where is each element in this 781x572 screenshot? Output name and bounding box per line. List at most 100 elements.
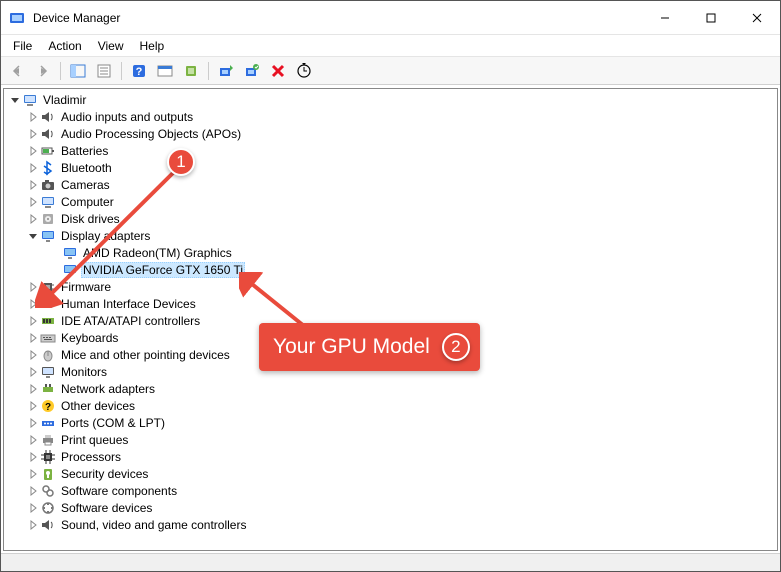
expand-icon [48, 246, 62, 260]
tree-node-label: Bluetooth [59, 161, 114, 175]
add-legacy-hardware-button[interactable] [179, 60, 203, 82]
tree-node-label: Print queues [59, 433, 130, 447]
maximize-button[interactable] [688, 1, 734, 35]
tree-node-display[interactable]: Display adapters [4, 227, 777, 244]
expand-icon[interactable] [26, 365, 40, 379]
annotation-callout: Your GPU Model 2 [259, 323, 480, 371]
monitor-icon [40, 228, 56, 244]
tree-node-firmware[interactable]: Firmware [4, 278, 777, 295]
expand-icon[interactable] [26, 331, 40, 345]
showhide-console-tree-button[interactable] [66, 60, 90, 82]
tree-node-amd[interactable]: AMD Radeon(TM) Graphics [4, 244, 777, 261]
toolbar-separator [121, 62, 122, 80]
expand-icon[interactable] [26, 144, 40, 158]
tree-node-ports[interactable]: Ports (COM & LPT) [4, 414, 777, 431]
expand-icon[interactable] [26, 501, 40, 515]
menu-view[interactable]: View [90, 37, 132, 55]
action-events-button[interactable] [153, 60, 177, 82]
tree-node-svgc[interactable]: Sound, video and game controllers [4, 516, 777, 533]
expand-icon[interactable] [26, 518, 40, 532]
tree-node-audio-io[interactable]: Audio inputs and outputs [4, 108, 777, 125]
tree-node-label: Vladimir [41, 93, 88, 107]
tree-node-label: Display adapters [59, 229, 152, 243]
tree-node-printq[interactable]: Print queues [4, 431, 777, 448]
hid-icon [40, 296, 56, 312]
tree-node-bluetooth[interactable]: Bluetooth [4, 159, 777, 176]
keyboard-icon [40, 330, 56, 346]
ide-icon [40, 313, 56, 329]
expand-icon[interactable] [26, 399, 40, 413]
disk-icon [40, 211, 56, 227]
tree-node-label: Software components [59, 484, 179, 498]
monitor-icon [62, 245, 78, 261]
help-button[interactable]: ? [127, 60, 151, 82]
tree-node-nvidia[interactable]: NVIDIA GeForce GTX 1650 Ti [4, 261, 777, 278]
expand-icon[interactable] [26, 450, 40, 464]
expand-icon[interactable] [26, 127, 40, 141]
tree-node-label: Ports (COM & LPT) [59, 416, 167, 430]
expand-icon[interactable] [26, 467, 40, 481]
tree-node-softcomp[interactable]: Software components [4, 482, 777, 499]
scan-hardware-button[interactable] [292, 60, 316, 82]
tree-node-cameras[interactable]: Cameras [4, 176, 777, 193]
expand-icon[interactable] [26, 110, 40, 124]
properties-button[interactable] [92, 60, 116, 82]
unknown-icon: ? [40, 398, 56, 414]
tree-node-label: Audio Processing Objects (APOs) [59, 127, 243, 141]
tree-node-disk[interactable]: Disk drives [4, 210, 777, 227]
expand-icon[interactable] [26, 416, 40, 430]
expand-icon[interactable] [26, 195, 40, 209]
expand-icon[interactable] [26, 382, 40, 396]
tree-root[interactable]: Vladimir [4, 91, 777, 108]
minimize-button[interactable] [642, 1, 688, 35]
menu-action[interactable]: Action [40, 37, 89, 55]
expand-icon[interactable] [26, 484, 40, 498]
speaker-icon [40, 109, 56, 125]
device-tree[interactable]: Vladimir Audio inputs and outputs Audio Pr… [3, 88, 778, 551]
port-icon [40, 415, 56, 431]
tree-node-label: Monitors [59, 365, 109, 379]
tree-node-batteries[interactable]: Batteries [4, 142, 777, 159]
tree-node-label: Audio inputs and outputs [59, 110, 195, 124]
speaker-icon [40, 126, 56, 142]
network-icon [40, 381, 56, 397]
tree-node-other[interactable]: ?Other devices [4, 397, 777, 414]
svg-text:?: ? [45, 402, 51, 413]
toolbar: ? [1, 57, 780, 85]
uninstall-device-button[interactable] [240, 60, 264, 82]
statusbar [1, 553, 780, 571]
expand-icon[interactable] [26, 161, 40, 175]
tree-node-hid[interactable]: Human Interface Devices [4, 295, 777, 312]
collapse-icon[interactable] [8, 93, 22, 107]
tree-node-processors[interactable]: Processors [4, 448, 777, 465]
forward-button[interactable] [31, 60, 55, 82]
monitor-icon [62, 262, 78, 278]
expand-icon[interactable] [26, 212, 40, 226]
expand-icon[interactable] [26, 314, 40, 328]
update-driver-button[interactable] [214, 60, 238, 82]
menu-file[interactable]: File [5, 37, 40, 55]
disable-device-button[interactable] [266, 60, 290, 82]
tree-node-label: IDE ATA/ATAPI controllers [59, 314, 202, 328]
tree-node-softdev[interactable]: Software devices [4, 499, 777, 516]
tree-node-security[interactable]: Security devices [4, 465, 777, 482]
expand-icon[interactable] [26, 178, 40, 192]
tree-node-network[interactable]: Network adapters [4, 380, 777, 397]
printer-icon [40, 432, 56, 448]
collapse-icon[interactable] [26, 229, 40, 243]
tree-node-label: Software devices [59, 501, 154, 515]
menu-help[interactable]: Help [132, 37, 173, 55]
close-button[interactable] [734, 1, 780, 35]
expand-icon[interactable] [26, 348, 40, 362]
tree-node-audio-apo[interactable]: Audio Processing Objects (APOs) [4, 125, 777, 142]
expand-icon[interactable] [26, 297, 40, 311]
expand-icon[interactable] [26, 433, 40, 447]
tree-node-label: Security devices [59, 467, 150, 481]
tree-node-label: AMD Radeon(TM) Graphics [81, 246, 234, 260]
content-area: Vladimir Audio inputs and outputs Audio Pr… [1, 85, 780, 553]
tree-node-label: Network adapters [59, 382, 157, 396]
tree-node-computer[interactable]: Computer [4, 193, 777, 210]
tree-node-label: Computer [59, 195, 116, 209]
expand-icon[interactable] [26, 280, 40, 294]
back-button[interactable] [5, 60, 29, 82]
